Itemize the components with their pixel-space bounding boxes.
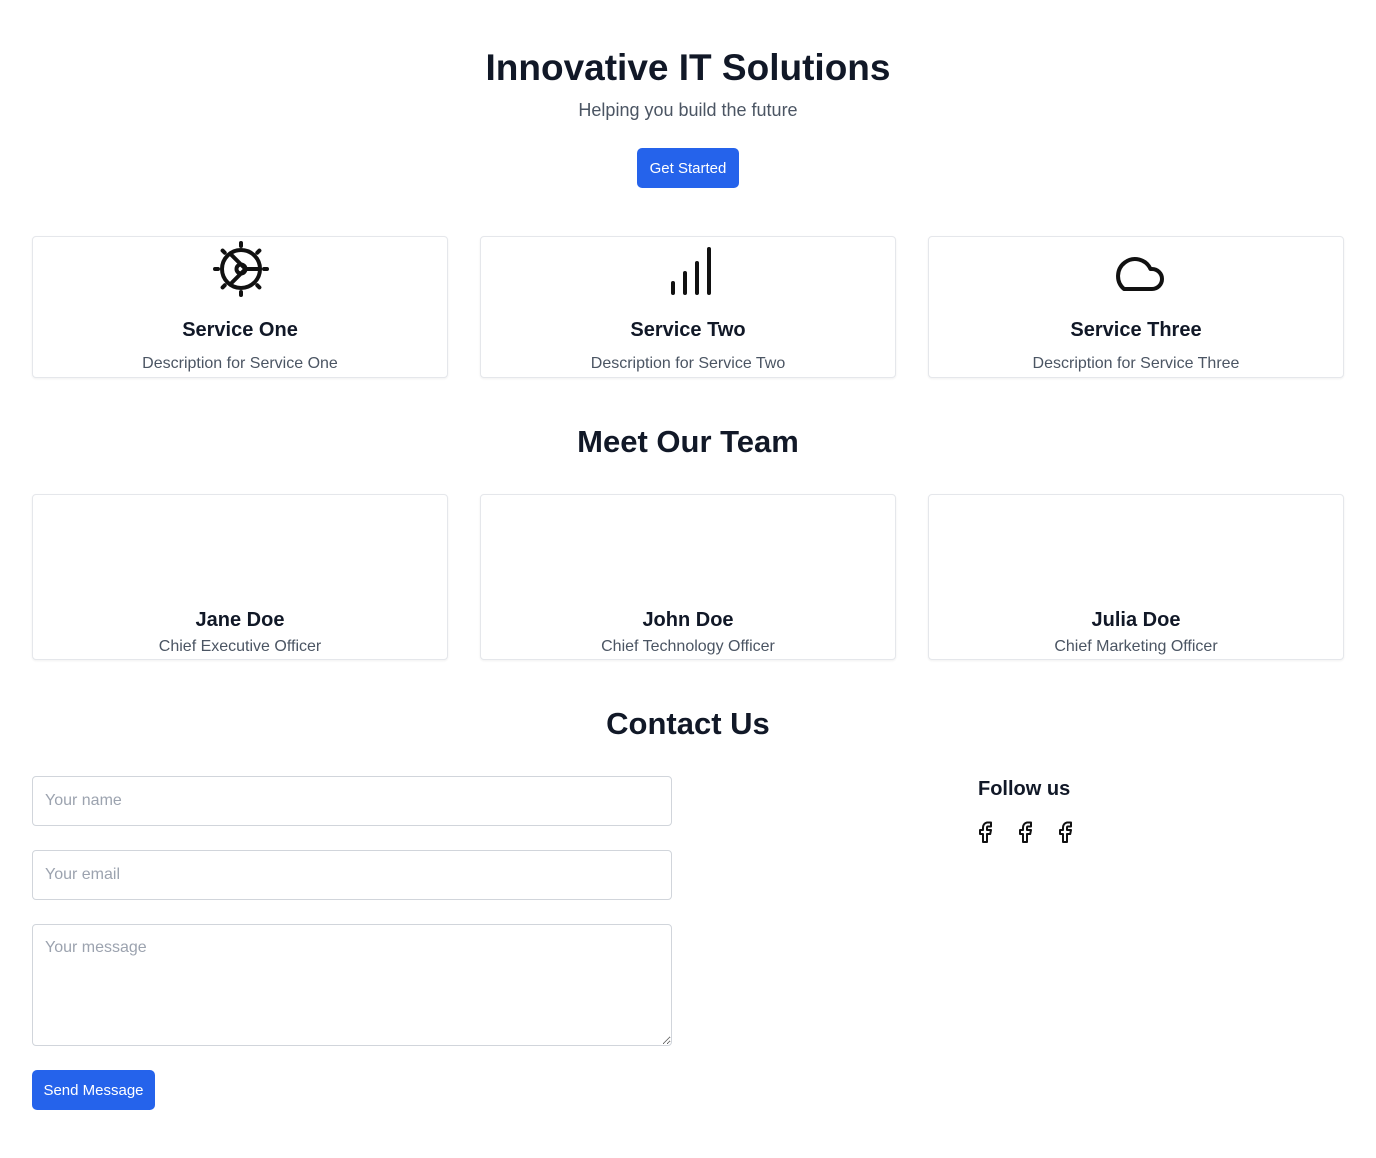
page-subtitle: Helping you build the future bbox=[578, 100, 798, 120]
signal-bars-icon bbox=[671, 247, 711, 295]
member-name: Julia Doe bbox=[1091, 609, 1181, 631]
cloud-icon bbox=[1116, 257, 1164, 291]
service-card: Service One Description for Service One bbox=[32, 236, 448, 378]
member-role: Chief Executive Officer bbox=[158, 638, 322, 655]
send-message-button[interactable]: Send Message bbox=[32, 1070, 155, 1110]
team-member-card: Julia Doe Chief Marketing Officer bbox=[928, 494, 1344, 660]
follow-us-title: Follow us bbox=[978, 778, 1071, 800]
facebook-icon[interactable] bbox=[976, 820, 994, 844]
team-member-card: Jane Doe Chief Executive Officer bbox=[32, 494, 448, 660]
service-description: Description for Service Two bbox=[590, 355, 786, 372]
team-section-title: Meet Our Team bbox=[577, 424, 799, 459]
name-field[interactable] bbox=[32, 776, 672, 826]
facebook-icon[interactable] bbox=[1056, 820, 1074, 844]
member-role: Chief Marketing Officer bbox=[1054, 638, 1218, 655]
gear-icon bbox=[213, 241, 269, 297]
facebook-icon[interactable] bbox=[1016, 820, 1034, 844]
contact-section-title: Contact Us bbox=[606, 706, 770, 741]
service-title: Service Three bbox=[1070, 319, 1202, 341]
service-card: Service Three Description for Service Th… bbox=[928, 236, 1344, 378]
page-title: Innovative IT Solutions bbox=[485, 47, 891, 88]
team-member-card: John Doe Chief Technology Officer bbox=[480, 494, 896, 660]
email-field[interactable] bbox=[32, 850, 672, 900]
service-title: Service Two bbox=[630, 319, 746, 341]
service-description: Description for Service Three bbox=[1032, 355, 1240, 372]
service-title: Service One bbox=[182, 319, 298, 341]
service-card: Service Two Description for Service Two bbox=[480, 236, 896, 378]
get-started-button[interactable]: Get Started bbox=[637, 148, 739, 188]
member-name: Jane Doe bbox=[195, 609, 285, 631]
service-description: Description for Service One bbox=[142, 355, 338, 372]
member-name: John Doe bbox=[642, 609, 734, 631]
member-role: Chief Technology Officer bbox=[601, 638, 775, 655]
message-field[interactable] bbox=[32, 924, 672, 1046]
